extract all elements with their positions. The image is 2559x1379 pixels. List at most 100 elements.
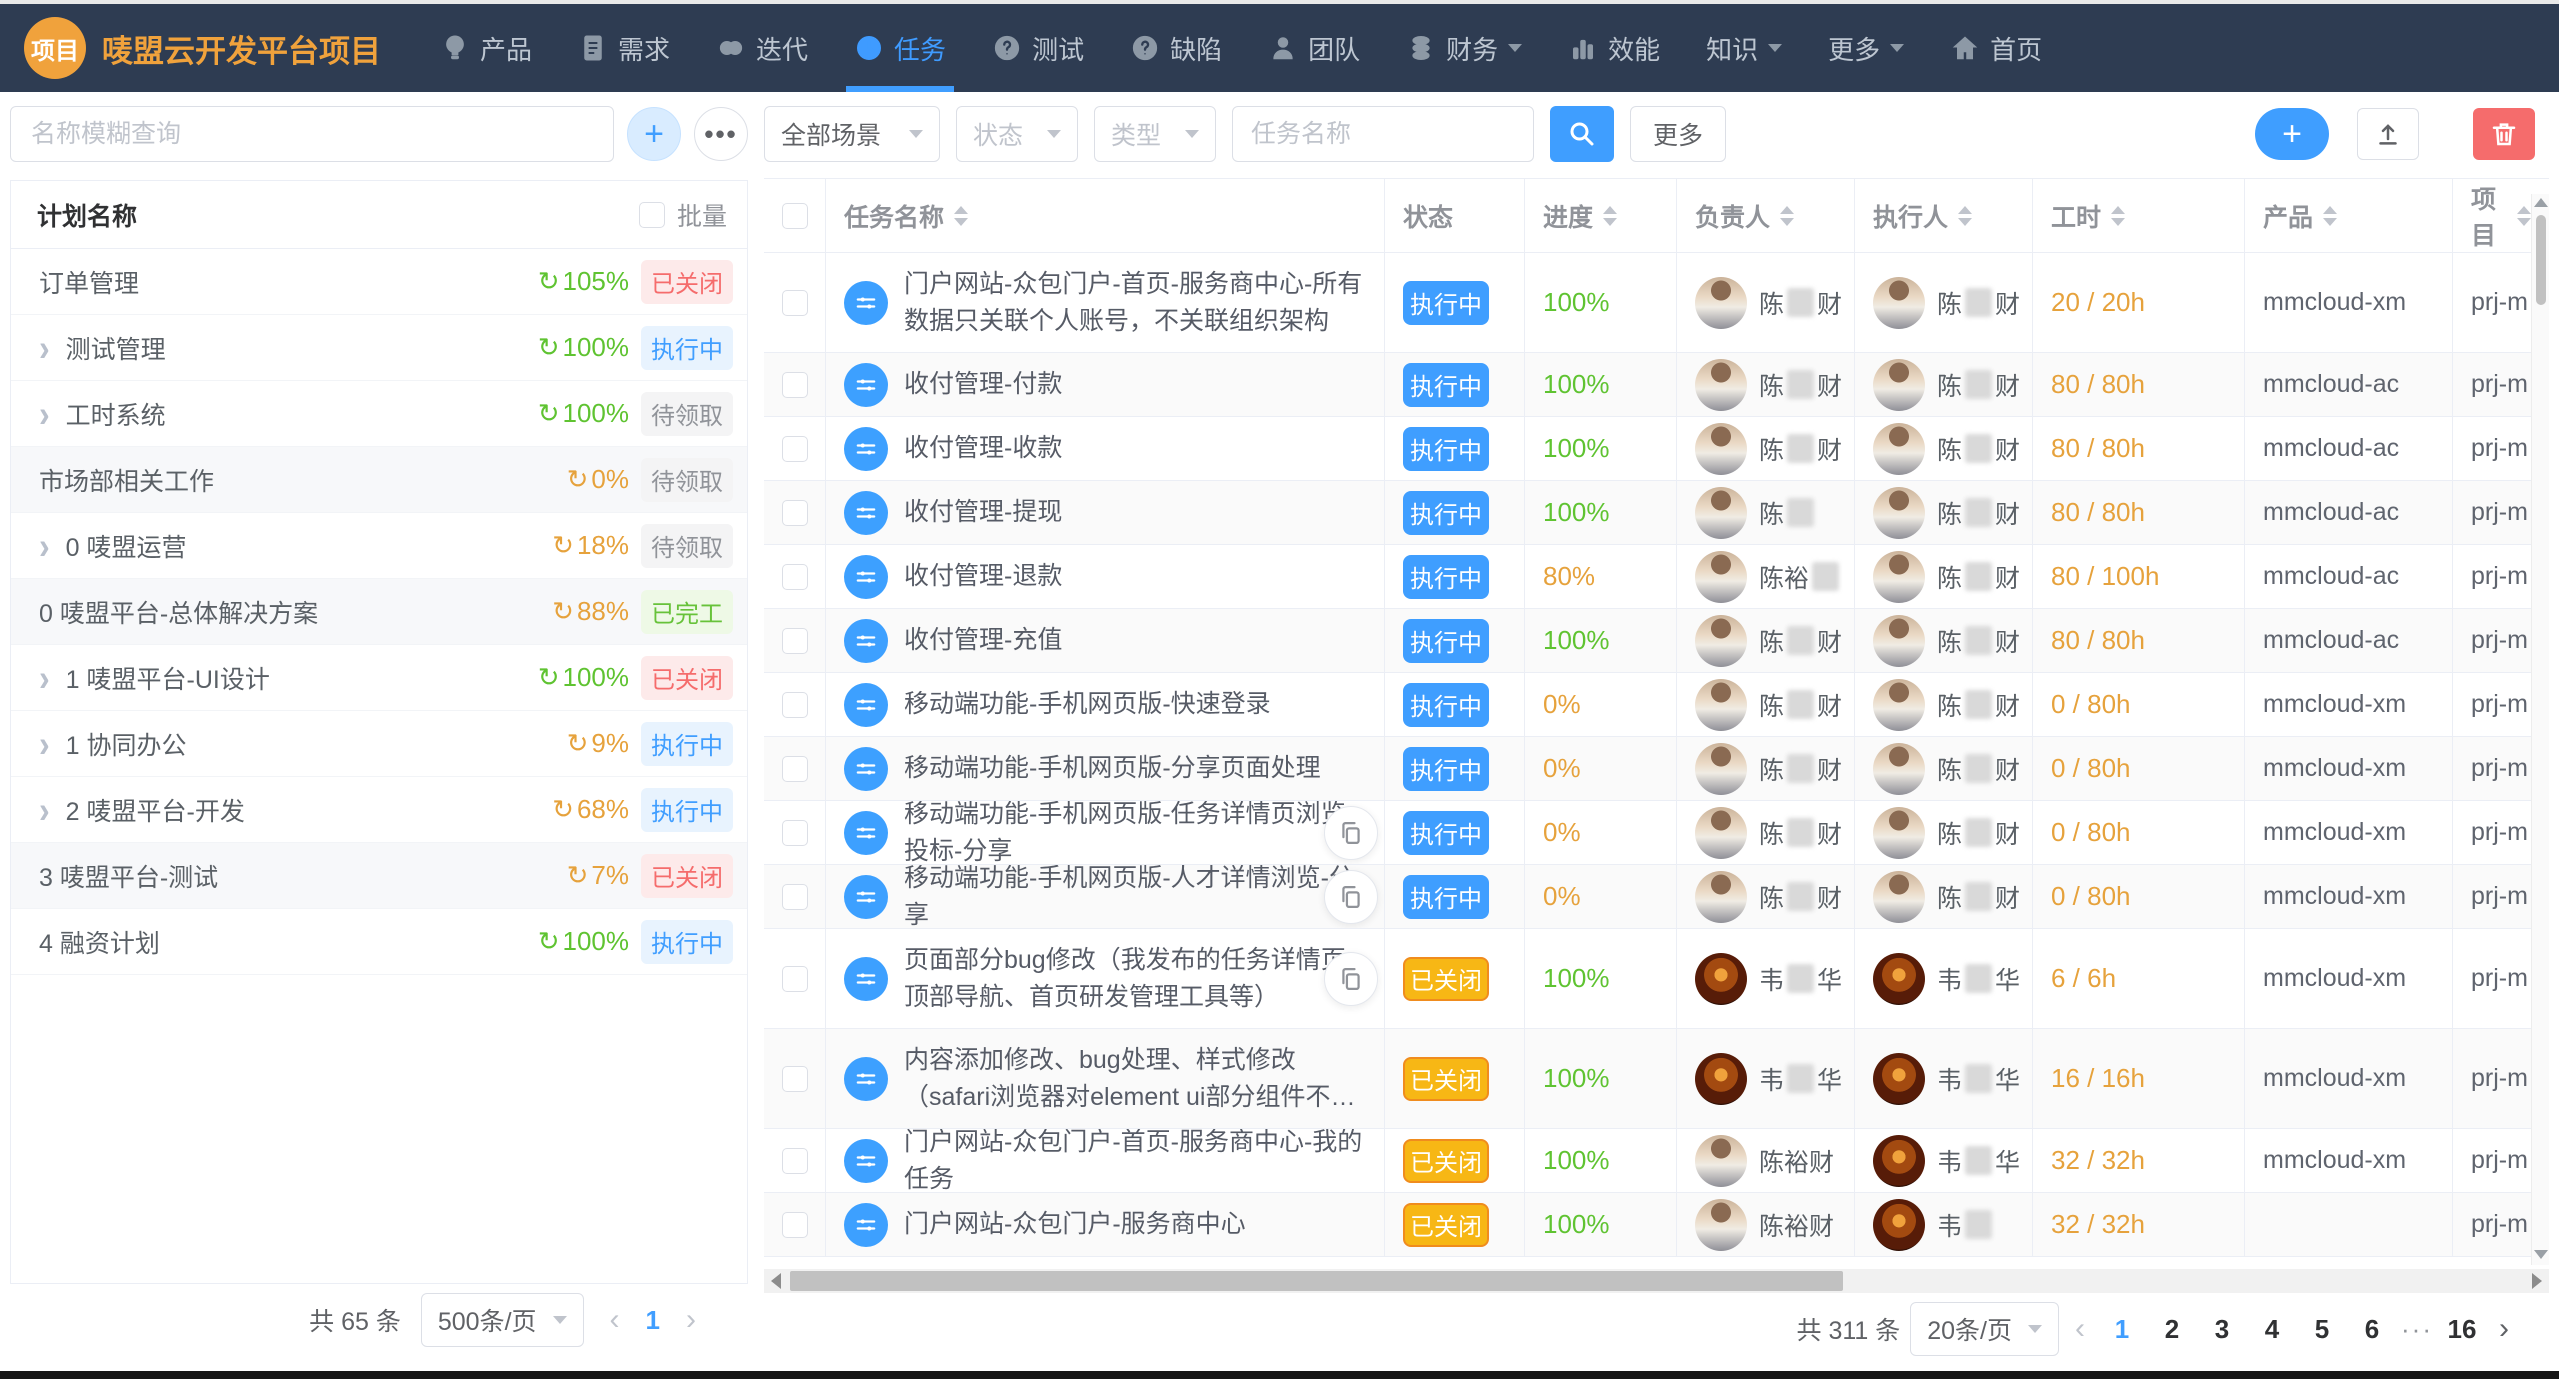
sort-asc-icon[interactable] — [2111, 206, 2125, 214]
chevron-right-icon[interactable]: › — [39, 395, 50, 432]
table-row[interactable]: 收付管理-充值执行中100%陈财陈财80 / 80hmmcloud-acprj-… — [764, 609, 2549, 673]
page-number[interactable]: 6 — [2351, 1314, 2393, 1345]
scroll-down-arrow-icon[interactable] — [2534, 1250, 2548, 1259]
plan-row[interactable]: 4 融资计划↻100%执行中 — [11, 909, 747, 975]
table-row[interactable]: 收付管理-收款执行中100%陈财陈财80 / 80hmmcloud-acprj-… — [764, 417, 2549, 481]
nav-item-产品[interactable]: 产品 — [440, 4, 532, 92]
chevron-right-icon[interactable]: › — [39, 725, 50, 762]
plan-search-input[interactable] — [10, 106, 614, 162]
column-header-owner[interactable]: 负责人 — [1677, 179, 1855, 252]
add-plan-button[interactable]: + — [627, 107, 681, 161]
plan-row[interactable]: ›工时系统↻100%待领取 — [11, 381, 747, 447]
plan-page-size-select[interactable]: 500条/页 — [421, 1293, 584, 1347]
task-name-cell[interactable]: 门户网站-众包门户-服务商中心 — [826, 1193, 1385, 1256]
plan-prev-page-button[interactable]: ‹ — [604, 1303, 626, 1337]
executor-cell[interactable]: 陈财 — [1855, 417, 2033, 480]
task-name-cell[interactable]: 移动端功能-手机网页版-分享页面处理 — [826, 737, 1385, 800]
page-number[interactable]: 16 — [2441, 1314, 2483, 1345]
sort-icon[interactable] — [2111, 206, 2125, 226]
nav-item-知识[interactable]: 知识 — [1706, 4, 1782, 92]
task-page-size-select[interactable]: 20条/页 — [1910, 1302, 2059, 1356]
executor-cell[interactable]: 陈财 — [1855, 481, 2033, 544]
sort-desc-icon[interactable] — [2323, 218, 2337, 226]
nav-item-财务[interactable]: 财务 — [1406, 4, 1522, 92]
refresh-icon[interactable]: ↻ — [538, 332, 560, 363]
task-name-cell[interactable]: 门户网站-众包门户-首页-服务商中心-我的任务 — [826, 1129, 1385, 1192]
task-name-cell[interactable]: 收付管理-充值 — [826, 609, 1385, 672]
sort-icon[interactable] — [2323, 206, 2337, 226]
executor-cell[interactable]: 陈财 — [1855, 865, 2033, 928]
table-row[interactable]: 移动端功能-手机网页版-快速登录执行中0%陈财陈财0 / 80hmmcloud-… — [764, 673, 2549, 737]
row-checkbox[interactable] — [782, 436, 808, 462]
table-row[interactable]: 收付管理-付款执行中100%陈财陈财80 / 80hmmcloud-acprj-… — [764, 353, 2549, 417]
refresh-icon[interactable]: ↻ — [552, 794, 574, 825]
scroll-up-arrow-icon[interactable] — [2534, 198, 2548, 207]
page-number[interactable]: 3 — [2201, 1314, 2243, 1345]
refresh-icon[interactable]: ↻ — [538, 398, 560, 429]
sort-icon[interactable] — [1780, 206, 1794, 226]
scroll-left-arrow-icon[interactable] — [764, 1269, 788, 1293]
task-prev-page-button[interactable]: ‹ — [2069, 1312, 2091, 1346]
copy-button[interactable] — [1324, 870, 1378, 924]
table-row[interactable]: 页面部分bug修改（我发布的任务详情页顶部导航、首页研发管理工具等）已关闭100… — [764, 929, 2549, 1029]
table-row[interactable]: 收付管理-提现执行中100%陈陈财80 / 80hmmcloud-acprj-m — [764, 481, 2549, 545]
task-name-cell[interactable]: 移动端功能-手机网页版-快速登录 — [826, 673, 1385, 736]
horizontal-scrollbar-thumb[interactable] — [790, 1271, 1843, 1291]
sort-icon[interactable] — [2517, 206, 2531, 226]
task-name-cell[interactable]: 页面部分bug修改（我发布的任务详情页顶部导航、首页研发管理工具等） — [826, 929, 1385, 1028]
nav-item-测试[interactable]: 测试 — [992, 4, 1084, 92]
sort-asc-icon[interactable] — [954, 206, 968, 214]
executor-cell[interactable]: 韦华 — [1855, 929, 2033, 1028]
scene-select[interactable]: 全部场景 — [764, 106, 940, 162]
row-checkbox[interactable] — [782, 628, 808, 654]
nav-item-更多[interactable]: 更多 — [1828, 4, 1904, 92]
row-checkbox[interactable] — [782, 290, 808, 316]
owner-cell[interactable]: 陈财 — [1677, 609, 1855, 672]
sort-desc-icon[interactable] — [1603, 218, 1617, 226]
refresh-icon[interactable]: ↻ — [538, 662, 560, 693]
task-name-cell[interactable]: 移动端功能-手机网页版-任务详情页浏览-投标-分享 — [826, 801, 1385, 864]
page-number[interactable]: 1 — [2101, 1314, 2143, 1345]
column-header-name[interactable]: 任务名称 — [826, 179, 1385, 252]
refresh-icon[interactable]: ↻ — [538, 926, 560, 957]
row-checkbox[interactable] — [782, 1066, 808, 1092]
page-number[interactable]: 5 — [2301, 1314, 2343, 1345]
owner-cell[interactable]: 陈裕 — [1677, 545, 1855, 608]
nav-item-首页[interactable]: 首页 — [1950, 4, 2042, 92]
sort-icon[interactable] — [1958, 206, 1972, 226]
export-button[interactable] — [2357, 108, 2419, 160]
status-select[interactable]: 状态 — [956, 106, 1078, 162]
chevron-right-icon[interactable]: › — [39, 659, 50, 696]
plan-row[interactable]: 0 唛盟平台-总体解决方案↻88%已完工 — [11, 579, 747, 645]
page-number[interactable]: 1 — [646, 1305, 660, 1335]
refresh-icon[interactable]: ↻ — [567, 728, 589, 759]
vertical-scrollbar-thumb[interactable] — [2536, 215, 2546, 305]
task-next-page-button[interactable]: › — [2493, 1312, 2515, 1346]
table-row[interactable]: 门户网站-众包门户-服务商中心已关闭100%陈裕财韦32 / 32hprj-m — [764, 1193, 2549, 1257]
owner-cell[interactable]: 韦华 — [1677, 1029, 1855, 1128]
task-name-cell[interactable]: 门户网站-众包门户-首页-服务商中心-所有数据只关联个人账号，不关联组织架构 — [826, 253, 1385, 352]
plan-row[interactable]: 市场部相关工作↻0%待领取 — [11, 447, 747, 513]
column-header-hours[interactable]: 工时 — [2033, 179, 2245, 252]
refresh-icon[interactable]: ↻ — [552, 596, 574, 627]
executor-cell[interactable]: 韦华 — [1855, 1129, 2033, 1192]
delete-button[interactable] — [2473, 108, 2535, 160]
row-checkbox[interactable] — [782, 884, 808, 910]
plan-row[interactable]: ›1 协同办公↻9%执行中 — [11, 711, 747, 777]
owner-cell[interactable]: 陈财 — [1677, 737, 1855, 800]
row-checkbox[interactable] — [782, 564, 808, 590]
chevron-right-icon[interactable]: › — [39, 527, 50, 564]
plan-row[interactable]: ›2 唛盟平台-开发↻68%执行中 — [11, 777, 747, 843]
table-row[interactable]: 门户网站-众包门户-首页-服务商中心-我的任务已关闭100%陈裕财韦华32 / … — [764, 1129, 2549, 1193]
owner-cell[interactable]: 陈财 — [1677, 353, 1855, 416]
type-select[interactable]: 类型 — [1094, 106, 1216, 162]
owner-cell[interactable]: 陈 — [1677, 481, 1855, 544]
task-name-cell[interactable]: 收付管理-收款 — [826, 417, 1385, 480]
table-row[interactable]: 移动端功能-手机网页版-分享页面处理执行中0%陈财陈财0 / 80hmmclou… — [764, 737, 2549, 801]
row-checkbox[interactable] — [782, 820, 808, 846]
owner-cell[interactable]: 陈财 — [1677, 253, 1855, 352]
plan-next-page-button[interactable]: › — [680, 1303, 702, 1337]
nav-item-效能[interactable]: 效能 — [1568, 4, 1660, 92]
table-row[interactable]: 收付管理-退款执行中80%陈裕陈财80 / 100hmmcloud-acprj-… — [764, 545, 2549, 609]
owner-cell[interactable]: 陈裕财 — [1677, 1129, 1855, 1192]
